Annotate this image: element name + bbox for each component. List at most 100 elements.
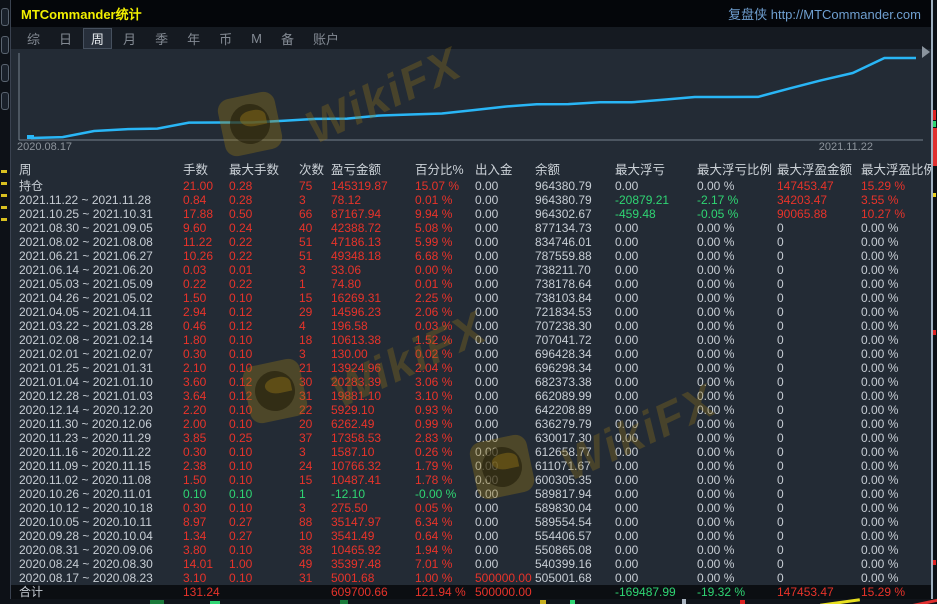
table-cell: 0.12 — [229, 389, 299, 403]
table-cell: 20283.39 — [331, 375, 415, 389]
table-cell: 17.88 — [183, 207, 229, 221]
brand-link[interactable]: 复盘侠 http://MTCommander.com — [728, 4, 921, 23]
table-cell: 0.00 % — [697, 403, 777, 417]
table-cell: 2020.10.05 ~ 2020.10.11 — [19, 515, 183, 529]
menu-item-M[interactable]: M — [243, 30, 270, 47]
menu-item-日[interactable]: 日 — [51, 28, 80, 49]
equity-curve-svg — [11, 49, 932, 141]
menu-item-季[interactable]: 季 — [147, 28, 176, 49]
scroll-arrow-icon[interactable] — [922, 46, 930, 58]
table-cell: 16269.31 — [331, 291, 415, 305]
menu-item-备[interactable]: 备 — [273, 28, 302, 49]
table-cell: 0 — [777, 473, 861, 487]
table-cell: 0 — [777, 263, 861, 277]
table-cell: 0.00 — [615, 361, 697, 375]
table-cell: 0.00 — [615, 417, 697, 431]
menu-item-币[interactable]: 币 — [211, 28, 240, 49]
table-cell: 0.00 % — [861, 235, 932, 249]
column-header: 最大浮亏比例 — [697, 162, 777, 179]
background-toolbar-button — [1, 36, 9, 54]
table-cell: 2020.10.12 ~ 2020.10.18 — [19, 501, 183, 515]
table-cell: 88 — [299, 515, 331, 529]
table-cell: 0 — [777, 431, 861, 445]
table-cell: 0.00 % — [697, 319, 777, 333]
table-cell: 2020.08.31 ~ 2020.09.06 — [19, 543, 183, 557]
table-cell: 1.50 — [183, 473, 229, 487]
table-cell: 662089.99 — [535, 389, 615, 403]
table-cell: 500000.00 — [475, 585, 535, 599]
table-cell: 0.00 % — [861, 445, 932, 459]
menu-item-综[interactable]: 综 — [19, 28, 48, 49]
table-cell: 0.26 % — [415, 445, 475, 459]
background-candle-mark — [933, 121, 936, 127]
table-cell: 0.00 % — [697, 459, 777, 473]
table-cell: 0.00 % — [697, 417, 777, 431]
table-cell: 589817.94 — [535, 487, 615, 501]
table-cell: 3 — [299, 193, 331, 207]
table-cell: 10487.41 — [331, 473, 415, 487]
table-cell: 642208.89 — [535, 403, 615, 417]
table-cell: 0.00 — [615, 263, 697, 277]
table-cell: -2.17 % — [697, 193, 777, 207]
table-cell: 145319.87 — [331, 179, 415, 193]
background-mark — [1, 170, 7, 173]
table-cell: 0.00 % — [861, 473, 932, 487]
menu-item-年[interactable]: 年 — [179, 28, 208, 49]
table-row: 2020.11.23 ~ 2020.11.293.850.253717358.5… — [11, 431, 932, 445]
table-cell: 787559.88 — [535, 249, 615, 263]
table-row: 持仓21.000.2875145319.8715.07 %0.00964380.… — [11, 179, 932, 193]
table-cell: 0.00 — [615, 347, 697, 361]
table-cell: 0 — [777, 249, 861, 263]
table-row: 2021.08.30 ~ 2021.09.059.600.244042388.7… — [11, 221, 932, 235]
table-cell: 0.00 % — [861, 361, 932, 375]
table-cell: 1.94 % — [415, 543, 475, 557]
table-cell: 2.83 % — [415, 431, 475, 445]
table-cell: 0.00 % — [697, 431, 777, 445]
table-cell: 0.10 — [229, 571, 299, 585]
table-cell: 2020.11.02 ~ 2020.11.08 — [19, 473, 183, 487]
table-cell: 0.00 % — [697, 557, 777, 571]
table-cell: 0.00 % — [861, 333, 932, 347]
menu-item-周[interactable]: 周 — [83, 28, 112, 49]
title-bar: MTCommander统计 复盘侠 http://MTCommander.com — [11, 0, 931, 27]
table-cell: 2021.06.14 ~ 2021.06.20 — [19, 263, 183, 277]
column-header: 次数 — [299, 162, 331, 179]
background-mark — [910, 597, 937, 604]
table-cell: 0.00 — [475, 501, 535, 515]
table-cell: 0.01 % — [415, 193, 475, 207]
table-cell: 0.00 % — [697, 389, 777, 403]
table-cell: 0.00 % — [861, 557, 932, 571]
table-cell: 0.50 — [229, 207, 299, 221]
table-cell: 87167.94 — [331, 207, 415, 221]
table-cell: 0.05 % — [415, 501, 475, 515]
table-row: 2021.08.02 ~ 2021.08.0811.220.225147186.… — [11, 235, 932, 249]
menu-item-月[interactable]: 月 — [115, 28, 144, 49]
table-cell: 0.64 % — [415, 529, 475, 543]
table-cell: 0.00 — [475, 515, 535, 529]
table-cell: 4 — [299, 319, 331, 333]
table-cell: 0.99 % — [415, 417, 475, 431]
table-cell: 0.10 — [229, 347, 299, 361]
table-cell: 0.00 % — [697, 473, 777, 487]
table-cell: 0.30 — [183, 501, 229, 515]
table-cell: 0.01 % — [415, 277, 475, 291]
chart-end-date: 2021.11.22 — [819, 141, 873, 153]
column-header: 最大浮亏 — [615, 162, 697, 179]
stats-window: MTCommander统计 复盘侠 http://MTCommander.com… — [10, 0, 931, 604]
menu-item-账户[interactable]: 账户 — [305, 28, 347, 49]
table-cell: 10.26 — [183, 249, 229, 263]
table-cell: 130.00 — [331, 347, 415, 361]
table-cell: 554406.57 — [535, 529, 615, 543]
table-cell: 15 — [299, 291, 331, 305]
table-cell: 0.10 — [229, 445, 299, 459]
table-cell: 721834.53 — [535, 305, 615, 319]
table-cell: 2021.03.22 ~ 2021.03.28 — [19, 319, 183, 333]
table-cell: 3.64 — [183, 389, 229, 403]
table-cell: 3 — [299, 347, 331, 361]
table-cell: 0.22 — [183, 277, 229, 291]
table-cell: 0.00 — [615, 487, 697, 501]
table-row: 2021.05.03 ~ 2021.05.090.220.22174.800.0… — [11, 277, 932, 291]
table-cell: 0.03 — [183, 263, 229, 277]
table-cell: 0.00 — [475, 431, 535, 445]
table-cell: 0.02 % — [415, 347, 475, 361]
